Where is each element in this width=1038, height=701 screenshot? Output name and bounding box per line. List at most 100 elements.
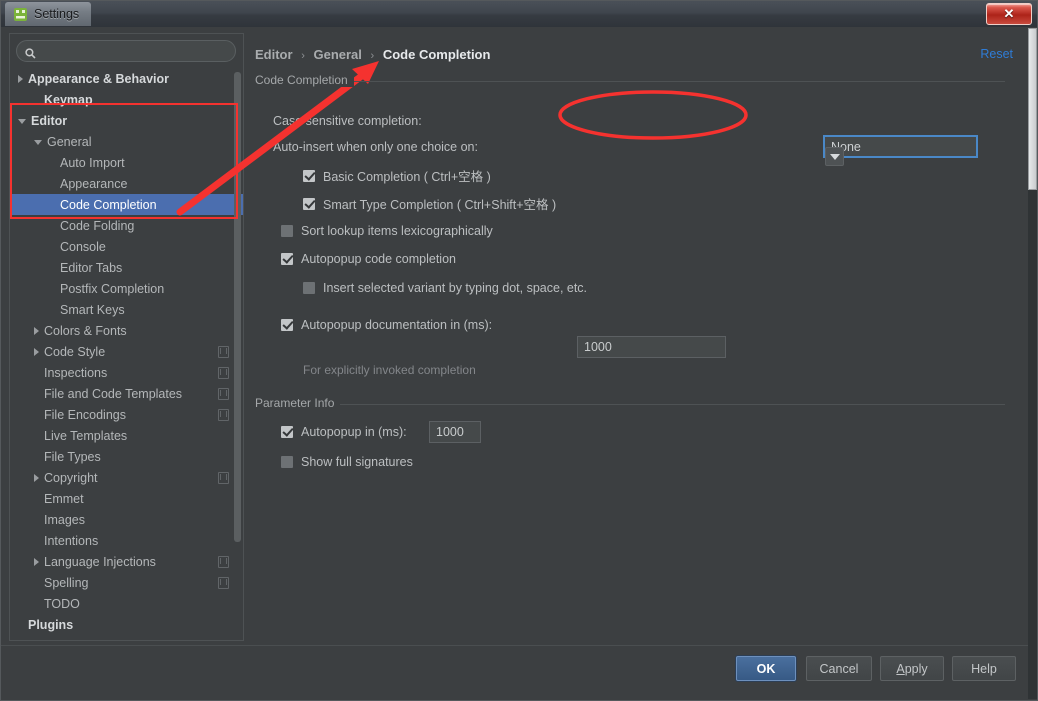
sidebar-item-colors-fonts[interactable]: Colors & Fonts <box>10 320 243 341</box>
reset-link[interactable]: Reset <box>980 47 1013 61</box>
sidebar-item-code-folding[interactable]: Code Folding <box>10 215 243 236</box>
group-title-text-parameter-info: Parameter Info <box>255 396 341 410</box>
search-field[interactable] <box>16 40 236 62</box>
param-autopopup-checkbox[interactable] <box>281 426 293 438</box>
autopopup-doc-row[interactable]: Autopopup documentation in (ms): <box>281 318 492 332</box>
sidebar-item-keymap[interactable]: Keymap <box>10 89 243 110</box>
sidebar-item-copyright[interactable]: Copyright <box>10 467 243 488</box>
chevron-down-icon[interactable] <box>34 140 42 145</box>
sidebar-item-inspections[interactable]: Inspections <box>10 362 243 383</box>
project-scope-icon <box>218 471 229 484</box>
ok-button[interactable]: OK <box>736 656 796 681</box>
autopopup-code-checkbox[interactable] <box>281 253 293 265</box>
sidebar-item-intentions[interactable]: Intentions <box>10 530 243 551</box>
basic-completion-checkbox[interactable] <box>303 169 315 182</box>
project-scope-icon <box>218 345 229 358</box>
sidebar-item-editor-tabs[interactable]: Editor Tabs <box>10 257 243 278</box>
auto-insert-label-row: Auto-insert when only one choice on: <box>273 140 478 154</box>
sidebar-item-code-completion[interactable]: Code Completion <box>10 194 243 215</box>
sidebar-item-appearance-behavior[interactable]: Appearance & Behavior <box>10 68 243 89</box>
param-autopopup-input[interactable] <box>429 421 481 443</box>
window-scrollbar-thumb[interactable] <box>1028 28 1037 190</box>
settings-sidebar: Appearance & Behavior Keymap Editor General… <box>9 33 244 641</box>
basic-completion-label: Basic Completion ( Ctrl+空格 ) <box>323 170 491 184</box>
sidebar-item-label: Smart Keys <box>60 302 125 317</box>
smart-type-completion-row[interactable]: Smart Type Completion ( Ctrl+Shift+空格 ) <box>303 194 556 213</box>
sidebar-item-label: Auto Import <box>60 155 125 170</box>
group-parameter-info: Parameter Info <box>255 396 1005 410</box>
smart-type-completion-checkbox[interactable] <box>303 197 315 210</box>
sidebar-item-console[interactable]: Console <box>10 236 243 257</box>
group-code-completion: Code Completion <box>255 73 1005 87</box>
search-input[interactable] <box>42 43 226 59</box>
sort-lookup-label: Sort lookup items lexicographically <box>301 224 493 238</box>
help-button-label: Help <box>971 661 997 676</box>
insert-selected-variant-row[interactable]: Insert selected variant by typing dot, s… <box>303 281 587 295</box>
sort-lookup-checkbox[interactable] <box>281 225 293 237</box>
sidebar-item-language-injections[interactable]: Language Injections <box>10 551 243 572</box>
sidebar-item-file-types[interactable]: File Types <box>10 446 243 467</box>
autopopup-code-row[interactable]: Autopopup code completion <box>281 252 456 266</box>
sidebar-scrollbar[interactable] <box>234 72 241 542</box>
show-full-signatures-checkbox[interactable] <box>281 456 293 468</box>
sidebar-item-label: Code Completion <box>60 197 157 212</box>
chevron-right-icon[interactable] <box>34 347 39 356</box>
breadcrumb-current: Code Completion <box>382 47 491 62</box>
sidebar-item-editor[interactable]: Editor <box>10 110 243 131</box>
sidebar-item-label: Copyright <box>44 470 98 485</box>
basic-completion-row[interactable]: Basic Completion ( Ctrl+空格 ) <box>303 166 491 185</box>
breadcrumb-editor[interactable]: Editor <box>255 47 293 62</box>
autopopup-doc-input[interactable] <box>577 336 726 358</box>
sidebar-item-auto-import[interactable]: Auto Import <box>10 152 243 173</box>
sidebar-item-live-templates[interactable]: Live Templates <box>10 425 243 446</box>
case-sensitive-value: None <box>831 139 861 154</box>
sidebar-item-images[interactable]: Images <box>10 509 243 530</box>
project-scope-icon <box>218 576 229 589</box>
ok-button-label: OK <box>756 661 776 676</box>
case-sensitive-dropdown[interactable]: None <box>823 135 978 166</box>
project-scope-icon <box>218 366 229 379</box>
sidebar-item-postfix-completion[interactable]: Postfix Completion <box>10 278 243 299</box>
sidebar-item-smart-keys[interactable]: Smart Keys <box>10 299 243 320</box>
breadcrumb-separator-1: › <box>301 50 305 62</box>
sidebar-item-todo[interactable]: TODO <box>10 593 243 614</box>
autopopup-doc-checkbox[interactable] <box>281 319 293 331</box>
sort-lookup-row[interactable]: Sort lookup items lexicographically <box>281 224 493 238</box>
sidebar-item-general[interactable]: General <box>10 131 243 152</box>
chevron-down-icon[interactable] <box>18 119 26 124</box>
settings-window: Settings ✕ Appearance & Behavior Keymap Ed… <box>0 0 1038 701</box>
sidebar-item-label: TODO <box>44 596 80 611</box>
insert-selected-variant-checkbox[interactable] <box>303 282 315 294</box>
chevron-right-icon[interactable] <box>34 473 39 482</box>
sidebar-item-spelling[interactable]: Spelling <box>10 572 243 593</box>
breadcrumb-general[interactable]: General <box>313 47 361 62</box>
param-autopopup-row[interactable]: Autopopup in (ms): <box>281 425 407 439</box>
case-sensitive-label: Case sensitive completion: <box>273 114 422 128</box>
chevron-right-icon[interactable] <box>34 326 39 335</box>
sidebar-item-label: Colors & Fonts <box>44 323 127 338</box>
sidebar-item-code-style[interactable]: Code Style <box>10 341 243 362</box>
close-icon[interactable]: ✕ <box>986 3 1032 25</box>
chevron-right-icon[interactable] <box>34 557 39 566</box>
smart-type-completion-label: Smart Type Completion ( Ctrl+Shift+空格 ) <box>323 198 557 212</box>
sidebar-item-label: File Encodings <box>44 407 126 422</box>
settings-detail-panel: Editor › General › Code Completion Reset… <box>251 33 1031 641</box>
sidebar-item-file-and-code-templates[interactable]: File and Code Templates <box>10 383 243 404</box>
sidebar-item-emmet[interactable]: Emmet <box>10 488 243 509</box>
sidebar-item-label: Appearance <box>60 176 128 191</box>
param-autopopup-label: Autopopup in (ms): <box>301 425 407 439</box>
sidebar-item-appearance[interactable]: Appearance <box>10 173 243 194</box>
apply-button[interactable]: Apply <box>880 656 944 681</box>
sidebar-item-file-encodings[interactable]: File Encodings <box>10 404 243 425</box>
case-sensitive-label-row: Case sensitive completion: <box>273 114 422 128</box>
help-button[interactable]: Help <box>952 656 1016 681</box>
settings-tree[interactable]: Appearance & Behavior Keymap Editor General… <box>10 68 243 640</box>
chevron-down-icon[interactable] <box>825 147 844 166</box>
show-full-signatures-label: Show full signatures <box>301 455 413 469</box>
chevron-right-icon[interactable] <box>18 74 23 83</box>
show-full-signatures-row[interactable]: Show full signatures <box>281 455 413 469</box>
cancel-button[interactable]: Cancel <box>806 656 872 681</box>
apply-button-label: Apply <box>896 662 927 676</box>
sidebar-item-plugins[interactable]: Plugins <box>10 614 243 635</box>
sidebar-item-label: Language Injections <box>44 554 156 569</box>
